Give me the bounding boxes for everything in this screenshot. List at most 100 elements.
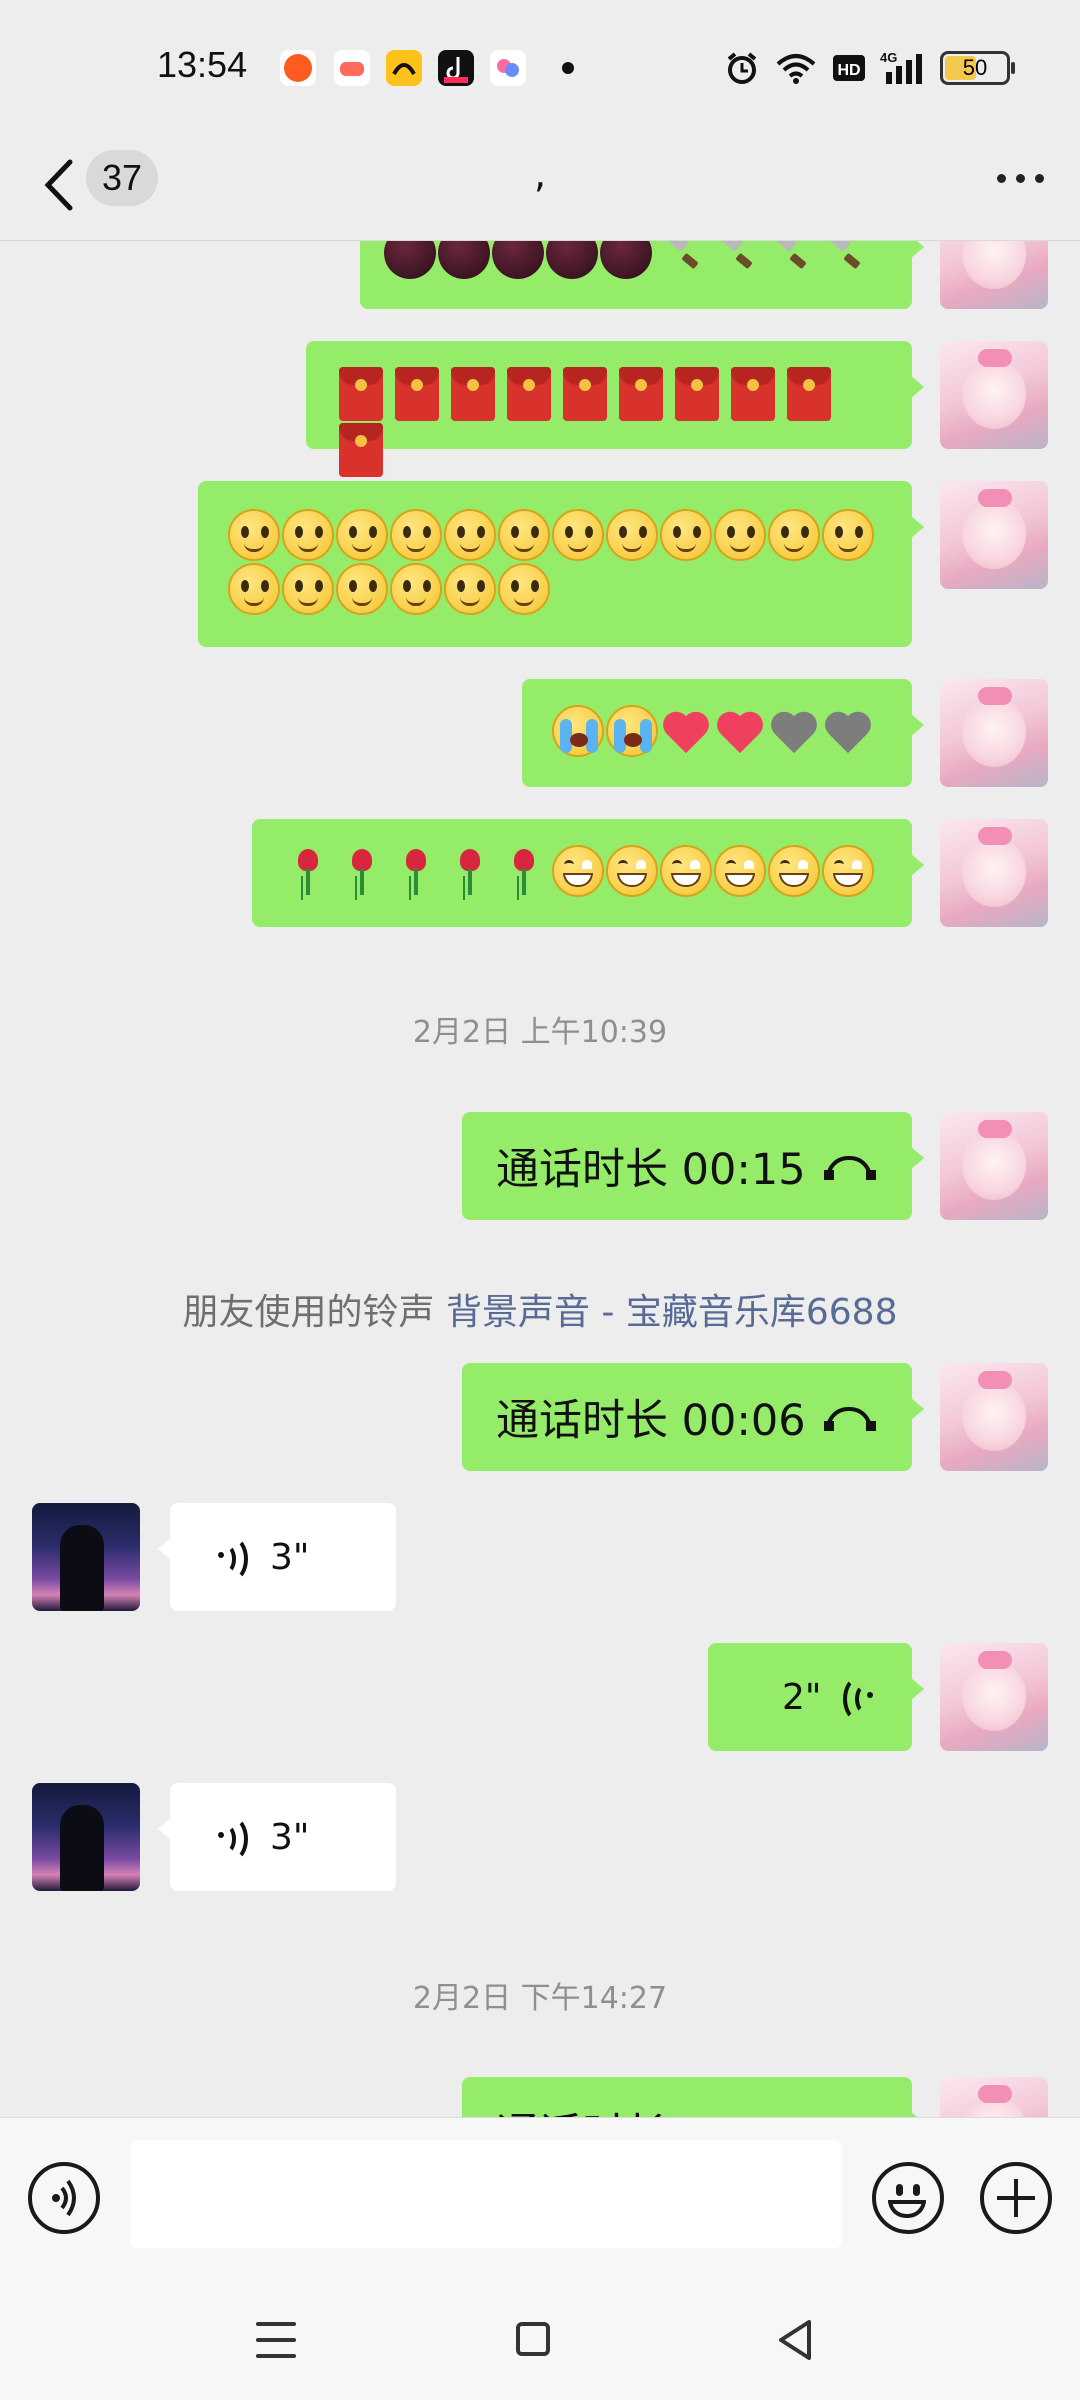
smile-emoji [822,509,874,561]
knife-emoji [816,241,868,279]
rose-emoji [336,845,388,897]
smile-emoji [606,509,658,561]
smile-emoji [714,509,766,561]
smile-emoji [282,509,334,561]
more-dots-icon[interactable] [997,174,1044,183]
voice-duration: 3" [270,1536,310,1578]
my-avatar[interactable] [940,481,1048,589]
smile-emoji [498,563,550,615]
voice-message-bubble[interactable]: 3" [158,1783,396,1891]
smile-emoji [336,563,388,615]
red-envelope-emoji [787,367,831,421]
voice-duration: 2" [782,1676,822,1718]
red-heart-emoji [660,705,712,757]
input-bar [0,2117,1080,2281]
voice-message-bubble[interactable]: 3" [158,1503,396,1611]
call-duration-text: 通话时长 01:04 [496,2100,806,2117]
call-duration-text: 通话时长 00:06 [496,1396,806,1446]
red-envelope-emoji [339,423,383,477]
voice-wave-icon [218,1536,252,1582]
message-bubble-red-envelopes[interactable] [306,341,924,477]
call-record-bubble[interactable]: 通话时长 00:06 [462,1363,924,1471]
yellow-app-icon [386,50,422,86]
call-record-bubble[interactable]: 通话时长 01:04 [462,2077,924,2117]
menu-icon[interactable] [256,2322,296,2358]
chat-header: 37 , [0,130,1080,241]
status-bar: 13:54 HD 4G 50 [0,0,1080,130]
grin-emoji [660,845,712,897]
rose-emoji [282,845,334,897]
red-envelope-emoji [563,367,607,421]
call-record-bubble[interactable]: 通话时长 00:15 [462,1112,924,1220]
my-avatar[interactable] [940,1112,1048,1220]
red-envelope-emoji [339,367,383,421]
status-time: 13:54 [157,44,248,85]
my-avatar[interactable] [940,819,1048,927]
my-avatar[interactable] [940,1643,1048,1751]
my-avatar[interactable] [940,241,1048,309]
message-bubble-smiles[interactable] [198,481,924,647]
message-bubble-cry-hearts[interactable] [522,679,924,787]
more-notifications-dot [562,62,574,74]
bomb-emoji [600,241,652,279]
status-icons: HD 4G 50 [724,48,1015,88]
my-avatar[interactable] [940,341,1048,449]
red-envelope-emoji [507,367,551,421]
rose-emoji [444,845,496,897]
rose-emoji [390,845,442,897]
smile-emoji [498,509,550,561]
bomb-emoji [438,241,490,279]
my-avatar[interactable] [940,679,1048,787]
red-envelope-emoji [731,367,775,421]
my-avatar[interactable] [940,1363,1048,1471]
hd-icon: HD [833,55,865,81]
red-envelope-emoji [395,367,439,421]
alarm-icon [727,52,757,84]
message-bubble-emoji-bomb-knife[interactable] [360,241,924,309]
call-duration-text: 通话时长 00:15 [496,1145,806,1195]
system-nav-bar [0,2280,1080,2400]
svg-text:4G: 4G [880,50,897,65]
smile-emoji [444,563,496,615]
home-icon[interactable] [516,2322,550,2356]
message-list[interactable]: 2月2日 上午10:39 通话时长 00:15 朋友使用的铃声 背景声音 - 宝… [0,241,1080,2117]
back-triangle-icon[interactable] [775,2318,815,2362]
smile-emoji [768,509,820,561]
knife-emoji [654,241,706,279]
knife-emoji [708,241,760,279]
grin-emoji [822,845,874,897]
grin-emoji [714,845,766,897]
wifi-icon [776,54,816,84]
signal-icon: 4G [880,50,922,84]
plus-icon[interactable] [980,2162,1052,2234]
timestamp: 2月2日 上午10:39 [412,1015,668,1050]
my-avatar[interactable] [940,2077,1048,2117]
message-input[interactable] [130,2140,842,2248]
red-envelope-emoji [675,367,719,421]
voice-wave-icon [839,1676,876,1722]
emoji-icon[interactable] [872,2162,944,2234]
voice-mode-icon[interactable] [28,2162,100,2234]
smile-emoji [390,509,442,561]
app-icon-orange [280,50,316,86]
timestamp: 2月2日 下午14:27 [412,1981,668,2016]
contact-avatar[interactable] [32,1783,140,1891]
bomb-emoji [492,241,544,279]
smile-emoji [660,509,712,561]
broken-heart-emoji [768,705,820,757]
red-heart-emoji [714,705,766,757]
game-controller-icon [334,50,370,86]
color-app-icon [490,50,526,86]
phone-hangup-icon [823,1152,878,1180]
red-envelope-emoji [619,367,663,421]
grin-emoji [552,845,604,897]
smile-emoji [282,563,334,615]
smile-emoji [552,509,604,561]
voice-duration: 3" [270,1816,310,1858]
message-bubble-roses-grins[interactable] [252,819,924,927]
contact-avatar[interactable] [32,1503,140,1611]
voice-message-bubble[interactable]: 2" [708,1643,924,1751]
ringtone-link[interactable]: 背景声音 - 宝藏音乐库6688 [446,1292,898,1333]
phone-hangup-icon [823,1403,878,1431]
smile-emoji [444,509,496,561]
